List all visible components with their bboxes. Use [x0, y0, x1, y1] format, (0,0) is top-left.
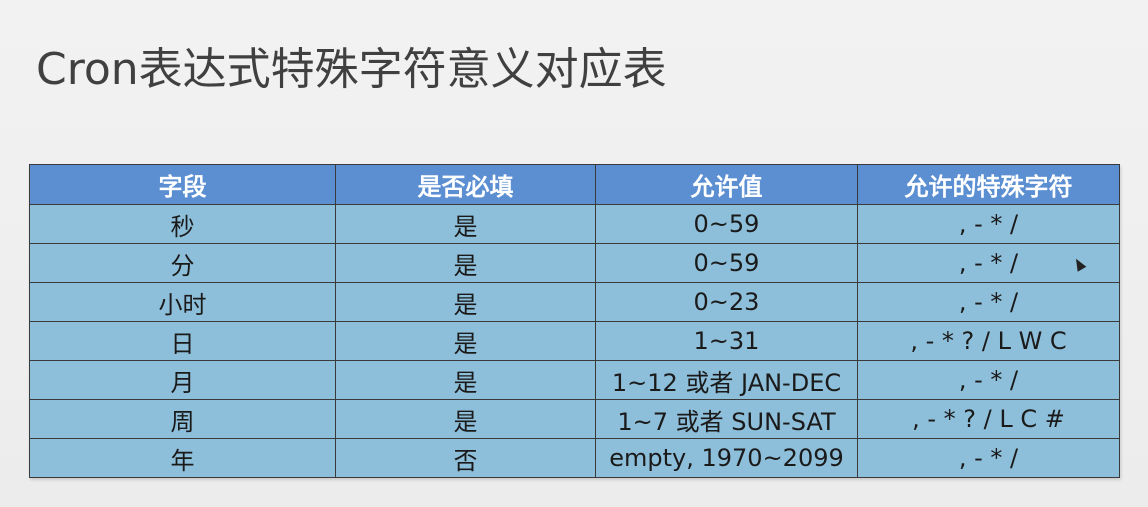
page-title: Cron表达式特殊字符意义对应表: [36, 44, 667, 95]
table-row: 年 否 empty, 1970~2099 , - * /: [29, 438, 1120, 478]
slide: Cron表达式特殊字符意义对应表 字段 是否必填 允许值 允许的特殊字符 秒 是…: [0, 0, 1148, 507]
table-header-row: 字段 是否必填 允许值 允许的特殊字符: [29, 164, 1120, 205]
cell-required: 是: [335, 360, 596, 400]
cell-allowed-values: empty, 1970~2099: [595, 438, 858, 478]
cell-field: 分: [29, 243, 336, 283]
cell-allowed-values: 0~59: [595, 243, 858, 283]
cell-special-chars: , - * ? / L C #: [857, 399, 1120, 439]
cell-required: 是: [335, 282, 596, 322]
cell-special-chars: , - * /: [857, 204, 1120, 244]
cell-field: 年: [29, 438, 336, 478]
header-allowed-special-chars: 允许的特殊字符: [857, 164, 1120, 205]
table-row: 小时 是 0~23 , - * /: [29, 282, 1120, 322]
table-row: 周 是 1~7 或者 SUN-SAT , - * ? / L C #: [29, 399, 1120, 439]
header-field: 字段: [29, 164, 336, 205]
cell-special-chars: , - * /: [857, 438, 1120, 478]
table-row: 日 是 1~31 , - * ? / L W C: [29, 321, 1120, 361]
cell-field: 日: [29, 321, 336, 361]
table-row: 分 是 0~59 , - * /: [29, 243, 1120, 283]
cell-required: 是: [335, 321, 596, 361]
table-row: 秒 是 0~59 , - * /: [29, 204, 1120, 244]
cell-field: 小时: [29, 282, 336, 322]
cell-field: 秒: [29, 204, 336, 244]
cell-required: 是: [335, 204, 596, 244]
cell-special-chars: , - * /: [857, 360, 1120, 400]
cell-allowed-values: 1~31: [595, 321, 858, 361]
cell-field: 月: [29, 360, 336, 400]
cell-allowed-values: 1~12 或者 JAN-DEC: [595, 360, 858, 400]
cell-required: 否: [335, 438, 596, 478]
cell-required: 是: [335, 243, 596, 283]
header-required: 是否必填: [335, 164, 596, 205]
header-allowed-values: 允许值: [595, 164, 858, 205]
cell-field: 周: [29, 399, 336, 439]
cell-special-chars: , - * ? / L W C: [857, 321, 1120, 361]
cell-special-chars: , - * /: [857, 282, 1120, 322]
cell-allowed-values: 0~23: [595, 282, 858, 322]
cell-allowed-values: 1~7 或者 SUN-SAT: [595, 399, 858, 439]
cell-allowed-values: 0~59: [595, 204, 858, 244]
cron-special-chars-table: 字段 是否必填 允许值 允许的特殊字符 秒 是 0~59 , - * / 分 是…: [29, 164, 1120, 478]
table-row: 月 是 1~12 或者 JAN-DEC , - * /: [29, 360, 1120, 400]
cell-required: 是: [335, 399, 596, 439]
